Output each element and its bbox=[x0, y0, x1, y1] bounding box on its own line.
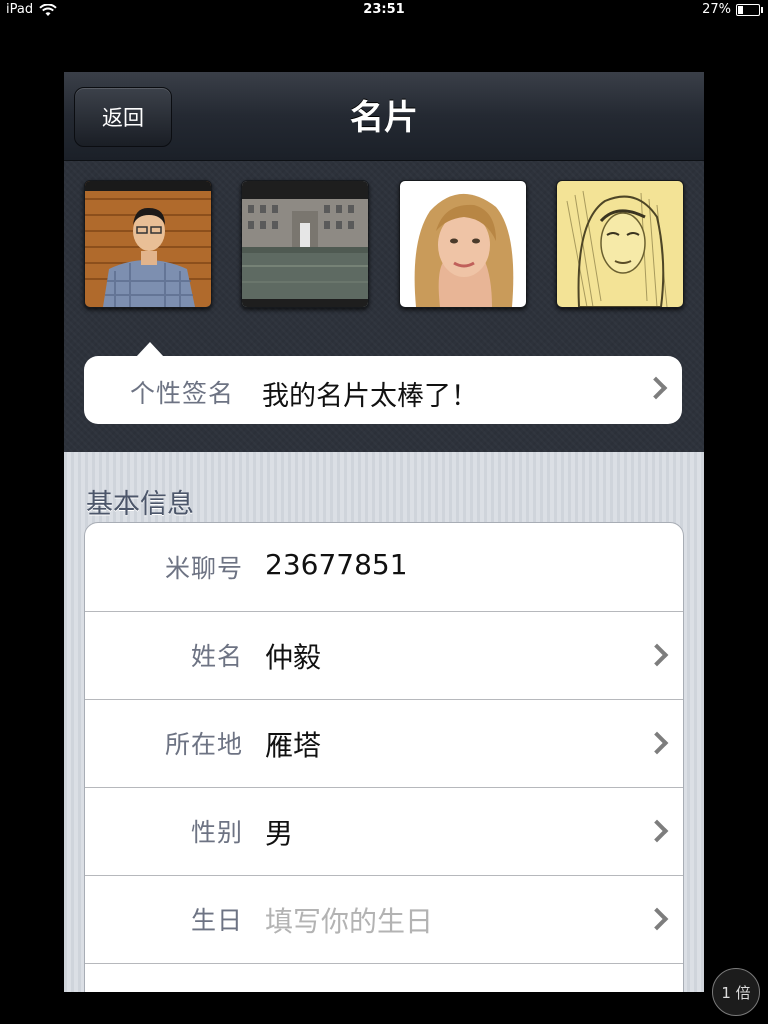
row-value: 23677851 bbox=[265, 548, 408, 581]
status-right: 27% ⚡ bbox=[702, 2, 763, 17]
signature-row[interactable]: 个性签名 我的名片太棒了！ bbox=[84, 342, 682, 424]
row-label: 生日 bbox=[190, 906, 243, 935]
chevron-right-icon bbox=[645, 907, 669, 931]
row-value: 仲毅 bbox=[265, 641, 322, 674]
section-title: 基本信息 bbox=[86, 489, 194, 520]
app-window: 返回 名片 个性签名 我的名片太棒了！ 基本信息 米聊号 23677851 姓名… bbox=[64, 72, 704, 992]
clock: 23:51 bbox=[363, 2, 405, 17]
row-gender[interactable]: 性别 男 bbox=[85, 787, 683, 876]
row-value-placeholder: 填写你的生日 bbox=[265, 905, 434, 938]
navigation-bar: 返回 名片 bbox=[64, 72, 704, 161]
chevron-right-icon bbox=[645, 819, 669, 843]
zoom-button[interactable]: 1 倍 bbox=[712, 968, 760, 1016]
status-bar: iPad 23:51 27% ⚡ bbox=[0, 0, 768, 20]
photo-blonde-woman[interactable] bbox=[398, 180, 527, 308]
battery-icon: ⚡ bbox=[736, 2, 763, 16]
row-location[interactable]: 所在地 雁塔 bbox=[85, 699, 683, 788]
row-label: 所在地 bbox=[164, 730, 243, 759]
photo-sketch-woman[interactable] bbox=[555, 180, 684, 308]
signature-value: 我的名片太棒了！ bbox=[262, 381, 478, 412]
photo-strip bbox=[84, 180, 684, 308]
page-title: 名片 bbox=[350, 98, 418, 138]
photo-man-in-plaid-shirt[interactable] bbox=[84, 180, 212, 308]
battery-percent: 27% bbox=[702, 2, 731, 17]
signature-pointer bbox=[136, 342, 164, 357]
row-birthday[interactable]: 生日 填写你的生日 bbox=[85, 875, 683, 964]
photo-building-with-pond[interactable] bbox=[241, 180, 370, 308]
row-mitalk-id[interactable]: 米聊号 23677851 bbox=[85, 523, 683, 612]
row-value: 雁塔 bbox=[265, 729, 322, 762]
row-label: 米聊号 bbox=[164, 554, 243, 583]
row-next[interactable] bbox=[85, 963, 683, 992]
info-table: 米聊号 23677851 姓名 仲毅 所在地 雁塔 性别 男 生日 填写你的生日 bbox=[84, 522, 684, 992]
row-value: 男 bbox=[265, 817, 294, 850]
row-label: 性别 bbox=[190, 818, 243, 847]
profile-header: 个性签名 我的名片太棒了！ bbox=[64, 161, 704, 452]
chevron-right-icon bbox=[645, 731, 669, 755]
signature-label: 个性签名 bbox=[130, 379, 235, 408]
basic-info-section: 基本信息 米聊号 23677851 姓名 仲毅 所在地 雁塔 性别 男 生日 填… bbox=[64, 452, 704, 992]
chevron-right-icon bbox=[644, 376, 668, 400]
charging-bolt-icon: ⚡ bbox=[743, 2, 751, 16]
chevron-right-icon bbox=[645, 643, 669, 667]
row-label: 姓名 bbox=[190, 642, 243, 671]
row-name[interactable]: 姓名 仲毅 bbox=[85, 611, 683, 700]
